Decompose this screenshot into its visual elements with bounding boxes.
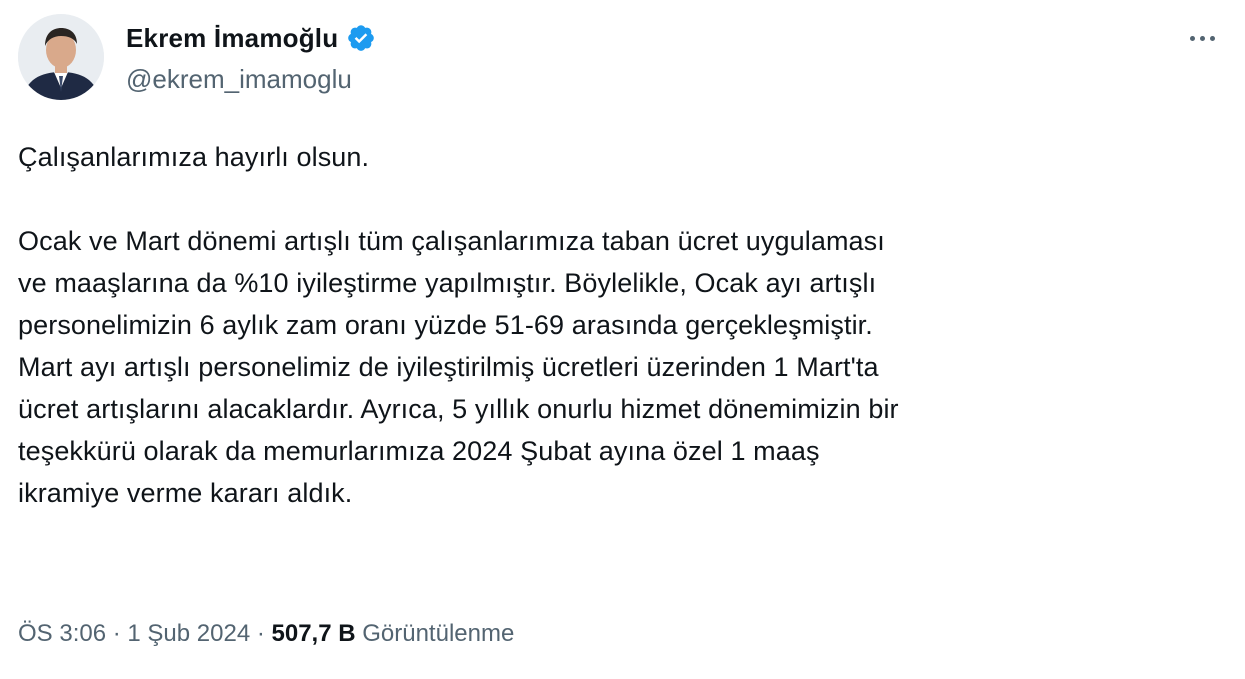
author-info: Ekrem İmamoğlu @ekrem_imamoglu	[126, 18, 376, 95]
tweet-line-3: personelimizin 6 aylık zam oranı yüzde 5…	[18, 310, 873, 340]
tweet-line-7: ikramiye verme kararı aldık.	[18, 478, 353, 508]
tweet-card: Ekrem İmamoğlu @ekrem_imamoglu Çalışanla…	[0, 0, 1245, 679]
name-row: Ekrem İmamoğlu	[126, 18, 376, 58]
verified-badge-icon[interactable]	[346, 23, 376, 53]
tweet-date[interactable]: 1 Şub 2024	[127, 620, 250, 648]
avatar-image	[18, 14, 104, 100]
avatar[interactable]	[18, 14, 104, 100]
views-label: Görüntülenme	[355, 620, 515, 647]
author-display-name[interactable]: Ekrem İmamoğlu	[126, 23, 338, 54]
tweet-header: Ekrem İmamoğlu @ekrem_imamoglu	[18, 14, 1228, 104]
tweet-paragraph-1: Çalışanlarımıza hayırlı olsun.	[18, 142, 370, 172]
meta-separator: ·	[250, 620, 272, 647]
meta-separator: ·	[106, 620, 128, 647]
tweet-time[interactable]: ÖS 3:06	[18, 620, 106, 648]
tweet-line-6: teşekkürü olarak da memurlarımıza 2024 Ş…	[18, 436, 820, 466]
author-handle[interactable]: @ekrem_imamoglu	[126, 64, 376, 95]
tweet-line-5: ücret artışlarını alacaklardır. Ayrıca, …	[18, 394, 899, 424]
more-horizontal-icon[interactable]	[1182, 26, 1222, 50]
tweet-line-2: ve maaşlarına da %10 iyileştirme yapılmı…	[18, 268, 877, 298]
tweet-text: Çalışanlarımıza hayırlı olsun. Ocak ve M…	[18, 136, 1218, 514]
tweet-meta: ÖS 3:06 · 1 Şub 2024 · 507,7 B Görüntüle…	[18, 620, 514, 648]
views-count[interactable]: 507,7 B	[272, 620, 356, 648]
tweet-line-4: Mart ayı artışlı personelimiz de iyileşt…	[18, 352, 879, 382]
tweet-line-1: Ocak ve Mart dönemi artışlı tüm çalışanl…	[18, 226, 885, 256]
